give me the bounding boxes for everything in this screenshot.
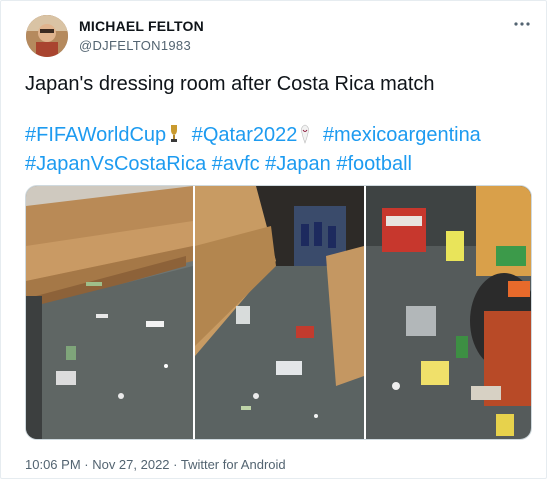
hashtag-qatar2022[interactable]: #Qatar2022 — [192, 124, 298, 146]
world-cup-mascot-emoji-icon — [299, 124, 311, 144]
more-horizontal-icon[interactable] — [511, 13, 533, 35]
tweet-text: Japan's dressing room after Costa Rica m… — [25, 73, 435, 95]
hashtag-japan[interactable]: #Japan — [265, 153, 331, 175]
hashtags: #FIFAWorldCup #Qatar2022 #mexicoargentin… — [25, 121, 535, 179]
tweet-media[interactable] — [25, 185, 532, 440]
avatar[interactable] — [26, 15, 68, 57]
author-handle[interactable]: @DJFELTON1983 — [79, 38, 191, 53]
tweet-card: MICHAEL FELTON @DJFELTON1983 Japan's dre… — [0, 0, 547, 479]
hashtag-fifaworldcup[interactable]: #FIFAWorldCup — [25, 124, 166, 146]
media-panel-right[interactable] — [366, 186, 532, 440]
trophy-emoji-icon — [168, 124, 180, 144]
hashtag-avfc[interactable]: #avfc — [212, 153, 260, 175]
media-panel-left[interactable] — [26, 186, 193, 440]
media-panel-center[interactable] — [195, 186, 364, 440]
author-name[interactable]: MICHAEL FELTON — [79, 18, 204, 34]
hashtag-football[interactable]: #football — [336, 153, 412, 175]
tweet-timestamp[interactable]: 10:06 PM · Nov 27, 2022 · Twitter for An… — [25, 457, 286, 472]
hashtag-japanvscostarica[interactable]: #JapanVsCostaRica — [25, 153, 206, 175]
hashtag-mexicoargentina[interactable]: #mexicoargentina — [323, 124, 481, 146]
